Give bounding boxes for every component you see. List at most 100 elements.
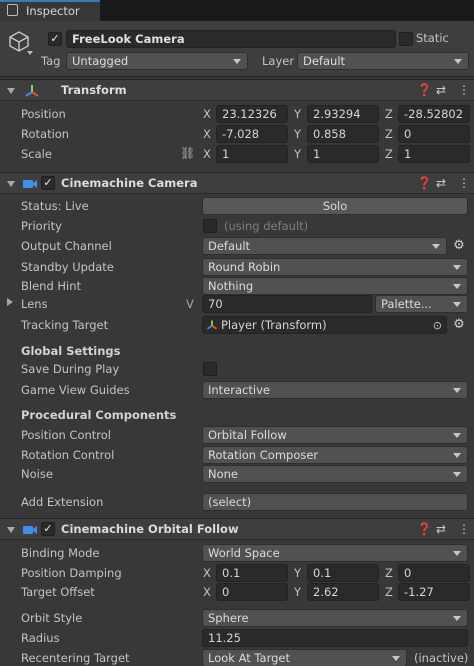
transform-header[interactable]: Transform ❓ ⇄ ⋮: [0, 79, 474, 101]
chevron-down-icon: [453, 284, 461, 289]
scale-x-field[interactable]: 1: [216, 145, 288, 163]
position-label: Position: [21, 107, 66, 121]
cinemachine-icon: [23, 180, 37, 188]
lens-fov-field[interactable]: 70: [202, 295, 372, 313]
lens-v-label: V: [186, 297, 194, 311]
layer-value: Default: [303, 54, 346, 68]
save-during-play-checkbox[interactable]: [203, 362, 217, 376]
chevron-down-icon: [453, 265, 461, 270]
rotation-x-field[interactable]: -7.028: [216, 125, 288, 143]
axis-x: X: [203, 147, 211, 161]
priority-checkbox[interactable]: [203, 219, 217, 233]
chevron-down-icon: [453, 453, 461, 458]
output-channel-value: Default: [208, 239, 251, 253]
target-icon[interactable]: ⊙: [433, 318, 442, 333]
scale-y-field[interactable]: 1: [307, 145, 379, 163]
chevron-down-icon: [453, 302, 461, 307]
chevron-down-icon: [453, 616, 461, 621]
target-offset-z-field[interactable]: -1.27: [398, 583, 470, 601]
chevron-down-icon: [432, 244, 440, 249]
tracking-target-field[interactable]: Player (Transform) ⊙: [202, 316, 447, 334]
blend-hint-dropdown[interactable]: Nothing: [202, 277, 468, 295]
priority-hint: (using default): [224, 219, 309, 233]
save-during-play-label: Save During Play: [21, 362, 120, 376]
axis-y: Y: [294, 147, 302, 161]
preset-icon[interactable]: ⇄: [436, 522, 446, 536]
chevron-down-icon: [454, 59, 462, 64]
axis-y: Y: [294, 566, 302, 580]
lens-expand-icon[interactable]: [7, 298, 13, 306]
component-enabled-checkbox[interactable]: ✓: [41, 522, 55, 536]
target-offset-y-field[interactable]: 2.62: [307, 583, 379, 601]
cinemachine-camera-header[interactable]: ✓ Cinemachine Camera ❓ ⇄ ⋮: [0, 172, 474, 194]
static-checkbox[interactable]: [399, 32, 413, 46]
blend-hint-label: Blend Hint: [21, 279, 82, 293]
gear-icon[interactable]: ⚙: [451, 317, 467, 333]
help-icon[interactable]: ❓: [417, 83, 432, 97]
kebab-menu-icon[interactable]: ⋮: [458, 83, 470, 97]
fold-arrow-icon[interactable]: [7, 88, 15, 94]
static-label: Static: [416, 31, 449, 45]
preset-icon[interactable]: ⇄: [436, 83, 446, 97]
axis-z: Z: [385, 566, 393, 580]
layer-label: Layer: [262, 54, 295, 68]
link-icon[interactable]: ⛓: [180, 146, 195, 160]
recentering-target-label: Recentering Target: [21, 651, 130, 665]
orbit-style-dropdown[interactable]: Sphere: [202, 609, 468, 627]
position-control-dropdown[interactable]: Orbital Follow: [202, 426, 468, 444]
position-damping-z-field[interactable]: 0: [398, 564, 470, 582]
radius-field[interactable]: 11.25: [202, 629, 468, 647]
position-y-field[interactable]: 2.93294: [307, 105, 379, 123]
gear-icon[interactable]: ⚙: [451, 238, 467, 254]
fold-arrow-icon[interactable]: [7, 527, 15, 533]
rotation-control-label: Rotation Control: [21, 448, 115, 462]
tag-dropdown[interactable]: Untagged: [66, 52, 248, 70]
axis-x: X: [203, 107, 211, 121]
chevron-down-icon: [392, 656, 400, 661]
preset-icon[interactable]: ⇄: [436, 176, 446, 190]
position-control-value: Orbital Follow: [208, 428, 287, 442]
inspector-icon: [7, 4, 18, 16]
position-z-field[interactable]: -28.52802: [398, 105, 470, 123]
kebab-menu-icon[interactable]: ⋮: [458, 176, 470, 190]
scale-label: Scale: [21, 147, 52, 161]
axis-y: Y: [294, 107, 302, 121]
axis-x: X: [203, 127, 211, 141]
standby-update-dropdown[interactable]: Round Robin: [202, 258, 468, 276]
rotation-y-field[interactable]: 0.858: [307, 125, 379, 143]
transform-icon: [25, 85, 39, 97]
rotation-z-field[interactable]: 0: [398, 125, 470, 143]
noise-label: Noise: [21, 467, 53, 481]
object-icon-dropdown[interactable]: [27, 51, 33, 55]
component-enabled-checkbox[interactable]: ✓: [41, 176, 55, 190]
help-icon[interactable]: ❓: [417, 522, 432, 536]
position-x-field[interactable]: 23.12326: [216, 105, 288, 123]
orbital-follow-header[interactable]: ✓ Cinemachine Orbital Follow ❓ ⇄ ⋮: [0, 518, 474, 540]
kebab-menu-icon[interactable]: ⋮: [458, 522, 470, 536]
rotation-control-dropdown[interactable]: Rotation Composer: [202, 446, 468, 464]
lens-palette-dropdown[interactable]: Palette...: [375, 295, 468, 313]
fold-arrow-icon[interactable]: [7, 181, 15, 187]
noise-value: None: [208, 467, 239, 481]
object-active-checkbox[interactable]: ✓: [48, 32, 62, 46]
help-icon[interactable]: ❓: [417, 176, 432, 190]
layer-dropdown[interactable]: Default: [297, 52, 469, 70]
orbit-style-label: Orbit Style: [21, 611, 83, 625]
axis-z: Z: [385, 585, 393, 599]
scale-z-field[interactable]: 1: [398, 145, 470, 163]
add-extension-value: (select): [208, 495, 252, 509]
position-damping-x-field[interactable]: 0.1: [216, 564, 288, 582]
noise-dropdown[interactable]: None: [202, 465, 468, 483]
tab-inspector[interactable]: Inspector: [0, 0, 100, 21]
recentering-target-dropdown[interactable]: Look At Target: [202, 649, 407, 666]
output-channel-dropdown[interactable]: Default: [202, 237, 447, 255]
solo-button[interactable]: Solo: [202, 197, 468, 215]
object-name-input[interactable]: FreeLook Camera: [66, 30, 396, 48]
target-offset-x-field[interactable]: 0: [216, 583, 288, 601]
game-view-guides-label: Game View Guides: [21, 383, 130, 397]
position-damping-y-field[interactable]: 0.1: [307, 564, 379, 582]
game-view-guides-dropdown[interactable]: Interactive: [202, 381, 468, 399]
add-extension-dropdown[interactable]: (select): [202, 493, 468, 511]
axis-y: Y: [294, 585, 302, 599]
binding-mode-dropdown[interactable]: World Space: [202, 544, 468, 562]
